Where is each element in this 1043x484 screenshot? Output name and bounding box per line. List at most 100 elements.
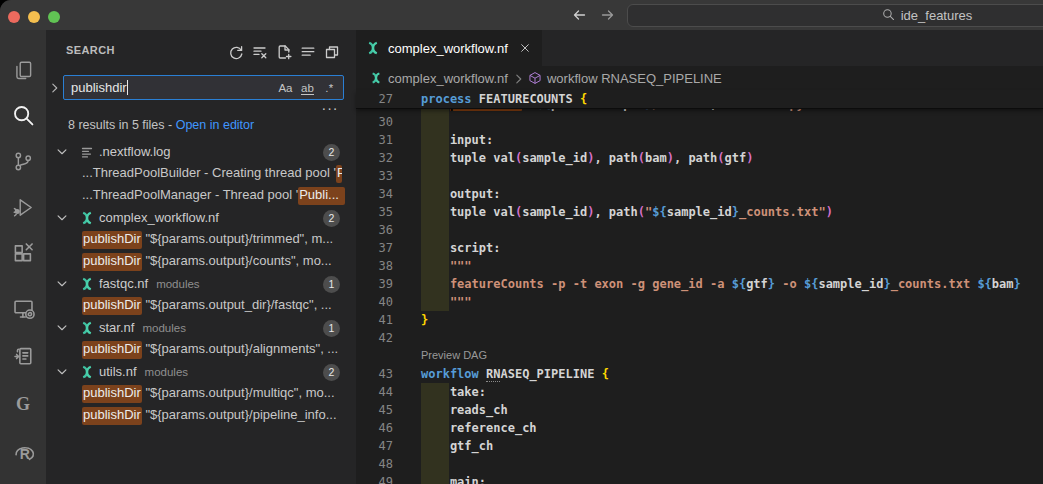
code-line-45: 45 reads_ch [356, 401, 1043, 419]
titlebar: ide_features [0, 0, 1043, 30]
result-match-row[interactable]: publishDir "${params.output}/counts", mo… [46, 251, 356, 273]
activity-bar-item-gitlens[interactable]: G [0, 384, 46, 424]
result-file-row[interactable]: fastqc.nfmodules1 [46, 273, 356, 295]
activity-bar-item-r-language[interactable]: R [0, 431, 46, 471]
match-preview: ...ThreadPoolManager - Thread pool 'Publ… [82, 187, 355, 205]
vscode-window: ide_features GR SEARCH publishdir Aaab.*… [0, 0, 1043, 484]
search-actions [226, 42, 342, 62]
refresh-icon [226, 44, 246, 60]
code-area[interactable]: 27process FEATURECOUNTS {29 publishDir "… [356, 90, 1043, 484]
code-token: _counts.txt" [739, 205, 826, 219]
breadcrumb-item[interactable]: complex_workflow.nf [369, 71, 508, 86]
activity-bar-item-remote-explorer[interactable] [0, 288, 46, 328]
use-regex-toggle[interactable]: .* [320, 78, 339, 97]
whole-word-toggle[interactable]: ab [298, 78, 317, 97]
chevron-down-icon[interactable] [55, 321, 69, 335]
code-line-text: process FEATURECOUNTS { [421, 90, 587, 108]
zoom-window-button[interactable] [48, 11, 60, 23]
editor-group[interactable]: complex_workflow.nf complex_workflow.nfw… [356, 30, 1043, 484]
chevron-down-icon[interactable] [55, 145, 69, 159]
code-line-text: workflow RNASEQ_PIPELINE { [421, 365, 609, 383]
breadcrumb-item[interactable]: workflow RNASEQ_PIPELINE [528, 71, 722, 86]
indent-highlight [421, 455, 449, 473]
code-token: _counts.txt [891, 277, 978, 291]
code-token: ( [638, 205, 645, 219]
chevron-down-icon[interactable] [55, 277, 69, 291]
result-file-row[interactable]: .nextflow.log2 [46, 141, 356, 163]
result-match-row[interactable]: publishDir "${params.output_dir}/fastqc"… [46, 295, 356, 317]
code-line-36: 36 [356, 221, 1043, 239]
result-match-row[interactable]: publishDir "${params.output}/alignments"… [46, 339, 356, 361]
code-line-37: 37 script: [356, 239, 1043, 257]
search-sidebar: SEARCH publishdir Aaab.* ··· 8 results i… [46, 30, 356, 484]
minimize-window-button[interactable] [28, 11, 40, 23]
activity-bar-item-search[interactable] [0, 95, 46, 135]
view-as-list-button[interactable] [298, 42, 318, 62]
window-controls [8, 11, 60, 23]
indent-highlight [421, 221, 449, 239]
code-token: sample_id [522, 205, 587, 219]
close-icon [518, 41, 532, 55]
result-file-row[interactable]: utils.nfmodules2 [46, 361, 356, 383]
clear-search-results-button[interactable] [250, 42, 270, 62]
activity-bar-item-explorer[interactable] [0, 50, 46, 90]
code-line-35: 35 tuple val(sample_id), path("${sample_… [356, 203, 1043, 221]
command-center[interactable]: ide_features [627, 4, 1043, 27]
log-file-icon [79, 144, 95, 160]
code-token: , path [594, 151, 637, 165]
open-in-editor-link[interactable]: Open in editor [176, 118, 255, 132]
refresh-button[interactable] [226, 42, 246, 62]
toggle-search-details-button[interactable]: ··· [319, 102, 341, 114]
result-file-row[interactable]: complex_workflow.nf2 [46, 207, 356, 229]
activity-bar-item-source-control[interactable] [0, 141, 46, 181]
code-token: gtf [746, 277, 768, 291]
nextflow-icon [79, 210, 95, 226]
files-icon [0, 59, 46, 82]
file-name: .nextflow.log [99, 144, 171, 159]
activity-bar-item-run-and-debug[interactable] [0, 187, 46, 227]
result-file-row[interactable]: star.nfmodules1 [46, 317, 356, 339]
close-window-button[interactable] [8, 11, 20, 23]
file-name: complex_workflow.nf [99, 210, 219, 225]
history-forward-button[interactable] [598, 5, 618, 25]
match-preview: publishDir "${params.output}/counts", mo… [82, 253, 355, 271]
match-text-after: "${params.output}/trimmed", m... [142, 231, 333, 249]
sticky-scroll-line[interactable]: 27process FEATURECOUNTS { [356, 90, 1043, 108]
tab-complex-workflow[interactable]: complex_workflow.nf [356, 30, 542, 66]
tab-bar: complex_workflow.nf [356, 30, 1043, 66]
close-tab-button[interactable] [517, 40, 533, 56]
activity-bar-item-account[interactable] [0, 477, 46, 484]
line-number: 35 [356, 203, 393, 221]
match-case-toggle[interactable]: Aa [276, 78, 295, 97]
result-match-row[interactable]: publishDir "${params.output}/pipeline_in… [46, 405, 356, 427]
results-count-text: 8 results in 5 files - [68, 118, 176, 132]
collapse-all-button[interactable] [322, 42, 342, 62]
codelens-preview-dag-link[interactable]: Preview DAG [421, 349, 487, 361]
code-token: publishDir [450, 108, 522, 111]
chevron-down-icon[interactable] [55, 211, 69, 225]
result-match-row[interactable]: publishDir "${params.output}/multiqc", m… [46, 383, 356, 405]
code-token: ( [717, 151, 724, 165]
code-token: ) [826, 205, 833, 219]
line-number: 42 [356, 329, 393, 347]
activity-bar-item-extensions[interactable] [0, 233, 46, 273]
code-token: , path [594, 205, 637, 219]
arrow-right-icon [598, 7, 618, 23]
code-token: FEATURECOUNTS [472, 92, 580, 106]
code-token: } [883, 277, 890, 291]
result-match-row[interactable]: ...ThreadPoolBuilder - Creating thread p… [46, 163, 356, 185]
toggle-replace-button[interactable] [48, 78, 64, 98]
match-preview: publishDir "${params.output}/multiqc", m… [82, 385, 355, 403]
clear-results-icon [250, 44, 270, 60]
match-preview: publishDir "${params.output}/trimmed", m… [82, 231, 355, 249]
code-line-text: gtf_ch [421, 437, 493, 455]
open-new-search-editor-button[interactable] [274, 42, 294, 62]
activity-bar-item-snippets[interactable] [0, 336, 46, 376]
chevron-down-icon[interactable] [55, 365, 69, 379]
result-match-row[interactable]: ...ThreadPoolManager - Thread pool 'Publ… [46, 185, 356, 207]
line-number: 40 [356, 293, 393, 311]
history-back-button[interactable] [569, 5, 589, 25]
code-line-27: 27process FEATURECOUNTS { [356, 90, 1043, 108]
result-match-row[interactable]: publishDir "${params.output}/trimmed", m… [46, 229, 356, 251]
search-input[interactable]: publishdir Aaab.* [63, 75, 344, 100]
